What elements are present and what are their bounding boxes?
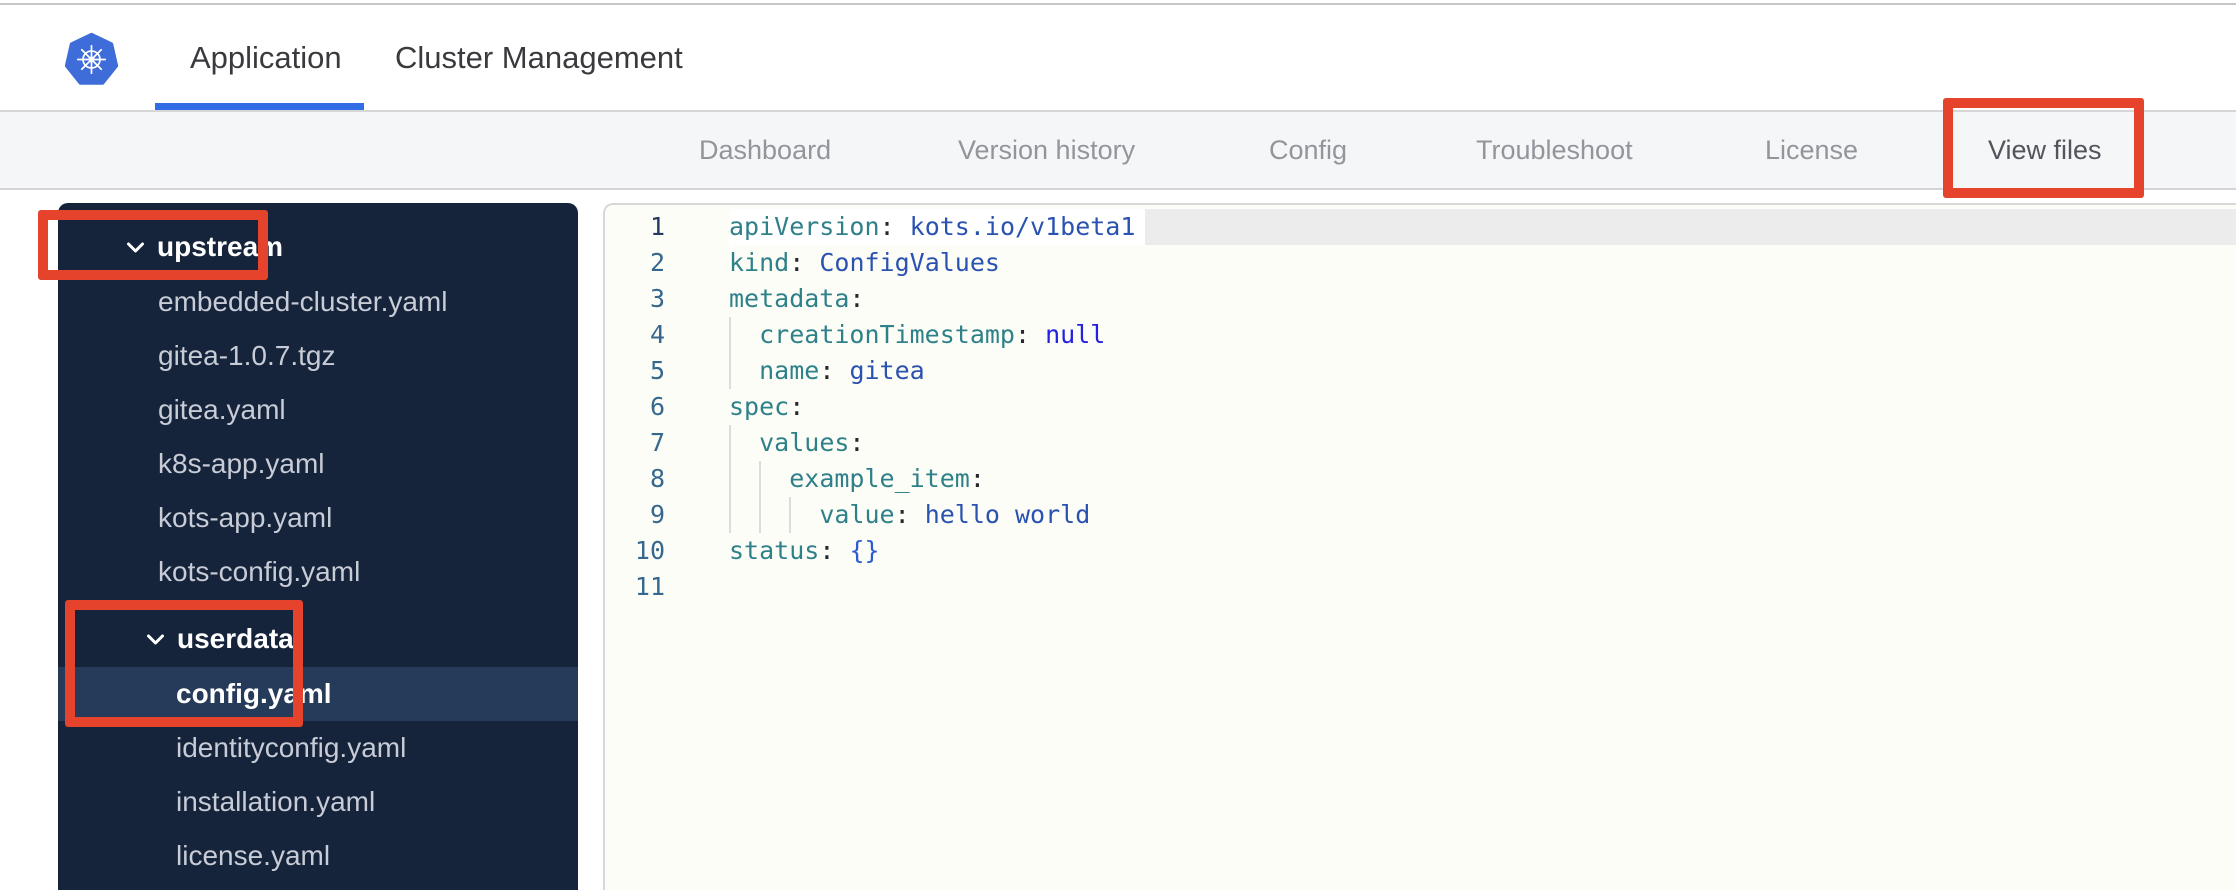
code-line-2: 2 kind: ConfigValues [605, 245, 2236, 281]
indent-guide [759, 461, 762, 497]
line-number: 9 [649, 500, 665, 529]
file-label: installation.yaml [176, 786, 376, 817]
file-item-identityconfig-yaml[interactable]: identityconfig.yaml [58, 721, 578, 775]
file-item-installation-yaml[interactable]: installation.yaml [58, 775, 578, 829]
folder-label: userdata [177, 623, 294, 654]
indent-guide [789, 497, 792, 533]
file-content-editor[interactable]: 1 apiVersion: kots.io/v1beta1 2 kind: Confi… [603, 203, 2236, 890]
file-label: config.yaml [176, 678, 332, 709]
file-item-embedded-cluster-yaml[interactable]: embedded-cluster.yaml [58, 275, 578, 329]
code-text: example_item: [789, 464, 985, 493]
file-label: identityconfig.yaml [176, 732, 407, 763]
file-label: embedded-cluster.yaml [158, 286, 448, 317]
line-number: 2 [649, 248, 665, 277]
chevron-down-icon [146, 633, 165, 646]
code-line-5: 5 name: gitea [605, 353, 2236, 389]
code-line-1: 1 apiVersion: kots.io/v1beta1 [605, 209, 2236, 245]
code-text: name: gitea [759, 356, 925, 385]
indent-guide [729, 353, 731, 389]
indent-guide [729, 317, 731, 353]
nav-item-config[interactable]: Config [1269, 112, 1347, 188]
code-line-7: 7 values: [605, 425, 2236, 461]
code-line-8: 8 example_item: [605, 461, 2236, 497]
code-line-3: 3 metadata: [605, 281, 2236, 317]
file-tree-sidebar: upstream embedded-cluster.yaml gitea-1.0.7… [58, 203, 578, 890]
line-number: 6 [649, 392, 665, 421]
file-item-license-yaml[interactable]: license.yaml [58, 829, 578, 883]
line-number: 5 [649, 356, 665, 385]
code-lines: 1 apiVersion: kots.io/v1beta1 2 kind: Confi… [605, 205, 2236, 605]
line-number: 3 [649, 284, 665, 313]
indent-guide [729, 497, 731, 533]
tab-application[interactable]: Application [190, 5, 342, 110]
nav-item-version-history[interactable]: Version history [958, 112, 1135, 188]
file-label: gitea-1.0.7.tgz [158, 340, 336, 371]
app-navbar: Dashboard Version history Config Trouble… [0, 112, 2236, 296]
line-number: 4 [649, 320, 665, 349]
code-text: status: {} [729, 536, 880, 565]
indent-guide [729, 425, 731, 461]
code-text: kind: ConfigValues [729, 248, 1000, 277]
file-item-config-yaml[interactable]: config.yaml [58, 667, 578, 721]
line-number: 10 [634, 536, 665, 565]
code-text: spec: [729, 392, 805, 421]
code-line-10: 10 status: {} [605, 533, 2236, 569]
indent-guide [729, 461, 731, 497]
code-text: creationTimestamp: null [759, 320, 1106, 349]
code-line-6: 6 spec: [605, 389, 2236, 425]
file-label: kots-config.yaml [158, 556, 361, 587]
code-text: value: hello world [819, 500, 1091, 529]
tab-cluster-management[interactable]: Cluster Management [395, 5, 683, 110]
line-number: 8 [649, 464, 665, 493]
file-label: license.yaml [176, 840, 331, 871]
code-text: metadata: [729, 284, 865, 313]
file-label: kots-app.yaml [158, 502, 333, 533]
file-item-kots-app-yaml[interactable]: kots-app.yaml [58, 491, 578, 545]
nav-item-troubleshoot[interactable]: Troubleshoot [1476, 112, 1633, 188]
code-line-9: 9 value: hello world [605, 497, 2236, 533]
kubernetes-logo-icon [65, 32, 118, 85]
line-number: 1 [649, 212, 665, 241]
folder-item-upstream[interactable]: upstream [58, 219, 578, 275]
file-item-kots-config-yaml[interactable]: kots-config.yaml [58, 545, 578, 599]
folder-item-userdata[interactable]: userdata [58, 611, 578, 667]
line-number: 7 [649, 428, 665, 457]
code-text: apiVersion: kots.io/v1beta1 [729, 209, 1146, 245]
nav-item-dashboard[interactable]: Dashboard [699, 112, 831, 188]
file-item-gitea-1-0-7-tgz[interactable]: gitea-1.0.7.tgz [58, 329, 578, 383]
nav-item-license[interactable]: License [1765, 112, 1858, 188]
chevron-down-icon [126, 241, 145, 254]
code-line-4: 4 creationTimestamp: null [605, 317, 2236, 353]
file-label: k8s-app.yaml [158, 448, 325, 479]
code-line-11: 11 [605, 569, 2236, 605]
indent-guide [759, 497, 762, 533]
code-text: values: [759, 428, 865, 457]
active-tab-underline [155, 103, 364, 110]
file-item-k8s-app-yaml[interactable]: k8s-app.yaml [58, 437, 578, 491]
app-header: Application Cluster Management [0, 5, 2236, 112]
file-label: gitea.yaml [158, 394, 286, 425]
nav-item-view-files[interactable]: View files [1988, 112, 2102, 188]
folder-label: upstream [157, 231, 284, 262]
file-item-gitea-yaml[interactable]: gitea.yaml [58, 383, 578, 437]
line-number: 11 [634, 572, 665, 601]
